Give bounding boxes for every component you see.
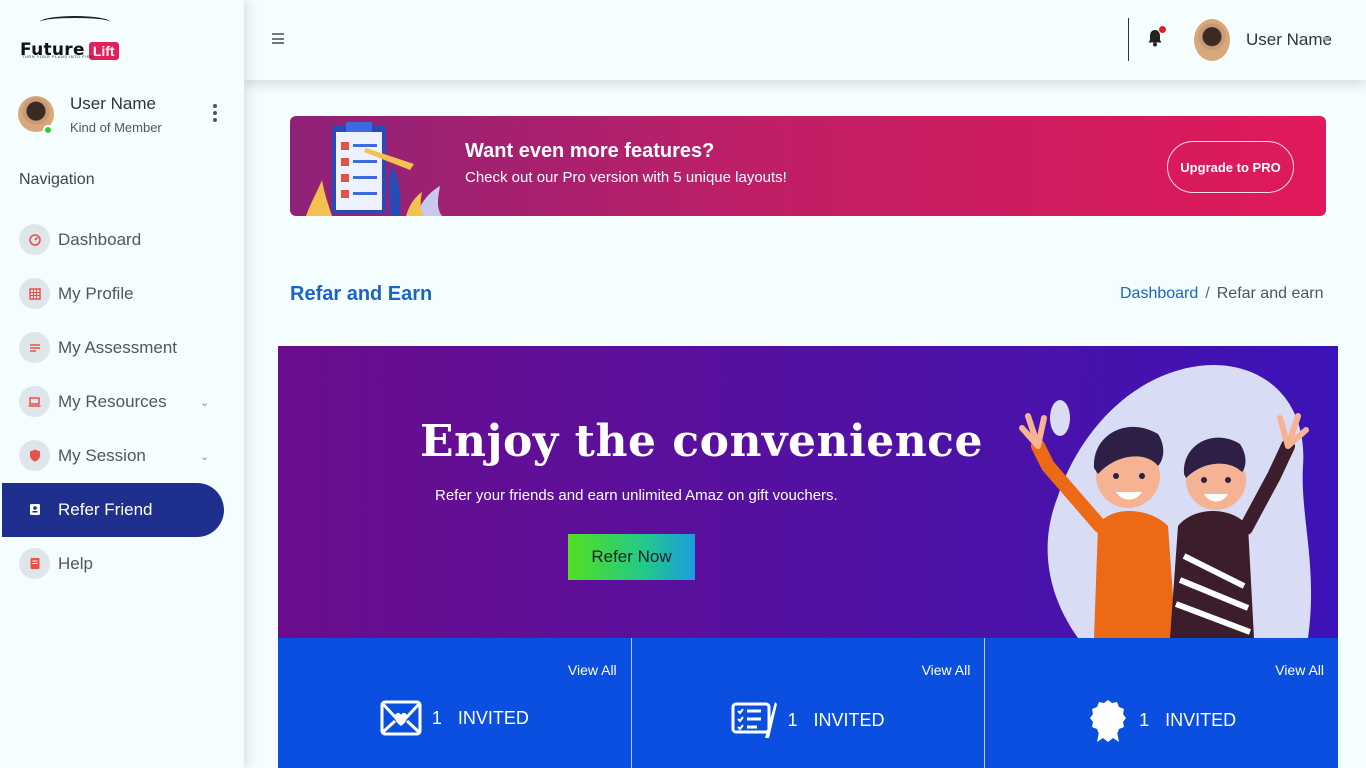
book-icon	[19, 548, 50, 579]
promo-subtitle: Check out our Pro version with 5 unique …	[465, 169, 787, 186]
stat-row: 1 INVITED	[632, 698, 985, 742]
stat-card: View All 1 INVITED	[631, 638, 986, 768]
profile-name: User Name	[70, 94, 156, 113]
sidebar-item-label: My Resources	[58, 392, 167, 411]
sidebar-profile: User Name Kind of Member	[18, 94, 228, 140]
invited-count: 1	[1139, 709, 1150, 730]
sidebar-item-label: My Assessment	[58, 338, 178, 357]
invited-label: INVITED	[1165, 709, 1237, 730]
shield-icon	[19, 440, 50, 471]
stat-row: 1 INVITED	[985, 698, 1338, 742]
sidebar-item-my-resources[interactable]: My Resources ⌄	[0, 375, 244, 429]
sidebar-item-label: Help	[58, 554, 93, 573]
notification-dot	[1159, 26, 1166, 33]
page-title: Refar and Earn	[290, 283, 433, 305]
invited-count: 1	[787, 709, 798, 730]
speedometer-icon	[19, 224, 50, 255]
checklist-icon	[731, 702, 778, 738]
invited-label: INVITED	[457, 707, 529, 728]
sidebar: Future Lift TURN YOUR PLANS INTO FIRST U…	[0, 0, 244, 768]
refer-hero-banner: Enjoy the convenience Refer your friends…	[278, 346, 1338, 638]
sidebar-item-label: Refer Friend	[58, 500, 153, 519]
kebab-menu-icon[interactable]	[212, 104, 218, 122]
refer-now-button[interactable]: Refer Now	[568, 534, 695, 580]
invite-stats: View All 1 INVITED View All 1 INVITED Vi…	[278, 638, 1339, 768]
brand-logo[interactable]: Future Lift TURN YOUR PLANS INTO FIRST	[20, 16, 119, 60]
breadcrumb: Dashboard / Refar and earn	[1120, 285, 1323, 303]
upgrade-to-pro-button[interactable]: Upgrade to PRO	[1167, 141, 1294, 193]
award-ribbon-icon	[1090, 700, 1127, 742]
topbar: User Name	[244, 0, 1366, 80]
sidebar-item-label: My Session	[58, 446, 146, 465]
invited-count: 1	[431, 707, 442, 728]
logo-arc-decoration	[40, 16, 110, 28]
hero-title: Enjoy the convenience	[420, 416, 983, 467]
sidebar-item-dashboard[interactable]: Dashboard	[0, 213, 244, 267]
view-all-link[interactable]: View All	[568, 662, 617, 678]
breadcrumb-link-dashboard[interactable]: Dashboard	[1120, 285, 1198, 302]
logo-tagline: TURN YOUR PLANS INTO FIRST	[22, 54, 97, 59]
stat-card: View All 1 INVITED	[278, 638, 632, 768]
hero-subtitle: Refer your friends and earn unlimited Am…	[435, 487, 838, 504]
profile-role: Kind of Member	[70, 120, 162, 135]
view-all-link[interactable]: View All	[922, 662, 971, 678]
breadcrumb-current: Refar and earn	[1216, 285, 1324, 302]
view-all-link[interactable]: View All	[1275, 662, 1324, 678]
invited-label: INVITED	[813, 709, 885, 730]
badge-icon	[19, 494, 50, 525]
sidebar-item-help[interactable]: Help	[0, 537, 244, 591]
breadcrumb-separator: /	[1205, 285, 1210, 302]
promo-title: Want even more features?	[465, 140, 715, 162]
chevron-down-icon[interactable]: ⌄	[200, 450, 209, 463]
clipboard-illustration	[306, 122, 442, 216]
avatar[interactable]	[1194, 19, 1230, 61]
chevron-down-icon[interactable]: ⌄	[200, 396, 209, 409]
nav-heading: Navigation	[19, 171, 95, 188]
sidebar-nav: Dashboard My Profile My Assessment My Re…	[0, 213, 244, 591]
stat-card: View All 1 INVITED	[985, 638, 1339, 768]
upgrade-promo-banner: Want even more features? Check out our P…	[290, 116, 1326, 216]
sidebar-item-my-profile[interactable]: My Profile	[0, 267, 244, 321]
friends-celebrating-illustration	[1019, 364, 1312, 638]
envelope-heart-icon	[380, 700, 422, 736]
online-status-dot	[43, 125, 53, 135]
sidebar-item-label: My Profile	[58, 284, 134, 303]
sidebar-item-my-session[interactable]: My Session ⌄	[0, 429, 244, 483]
laptop-icon	[19, 386, 50, 417]
topbar-divider	[1128, 18, 1129, 61]
sidebar-item-my-assessment[interactable]: My Assessment	[0, 321, 244, 375]
stat-row: 1 INVITED	[278, 698, 631, 738]
notification-bell-icon[interactable]	[1146, 26, 1166, 48]
sidebar-item-label: Dashboard	[58, 230, 142, 249]
hamburger-menu-icon[interactable]	[272, 33, 284, 44]
grid-icon	[19, 278, 50, 309]
list-icon	[19, 332, 50, 363]
caret-down-icon[interactable]	[1322, 37, 1330, 42]
topbar-username[interactable]: User Name	[1246, 30, 1332, 50]
sidebar-item-refer-friend[interactable]: Refer Friend	[0, 483, 244, 537]
